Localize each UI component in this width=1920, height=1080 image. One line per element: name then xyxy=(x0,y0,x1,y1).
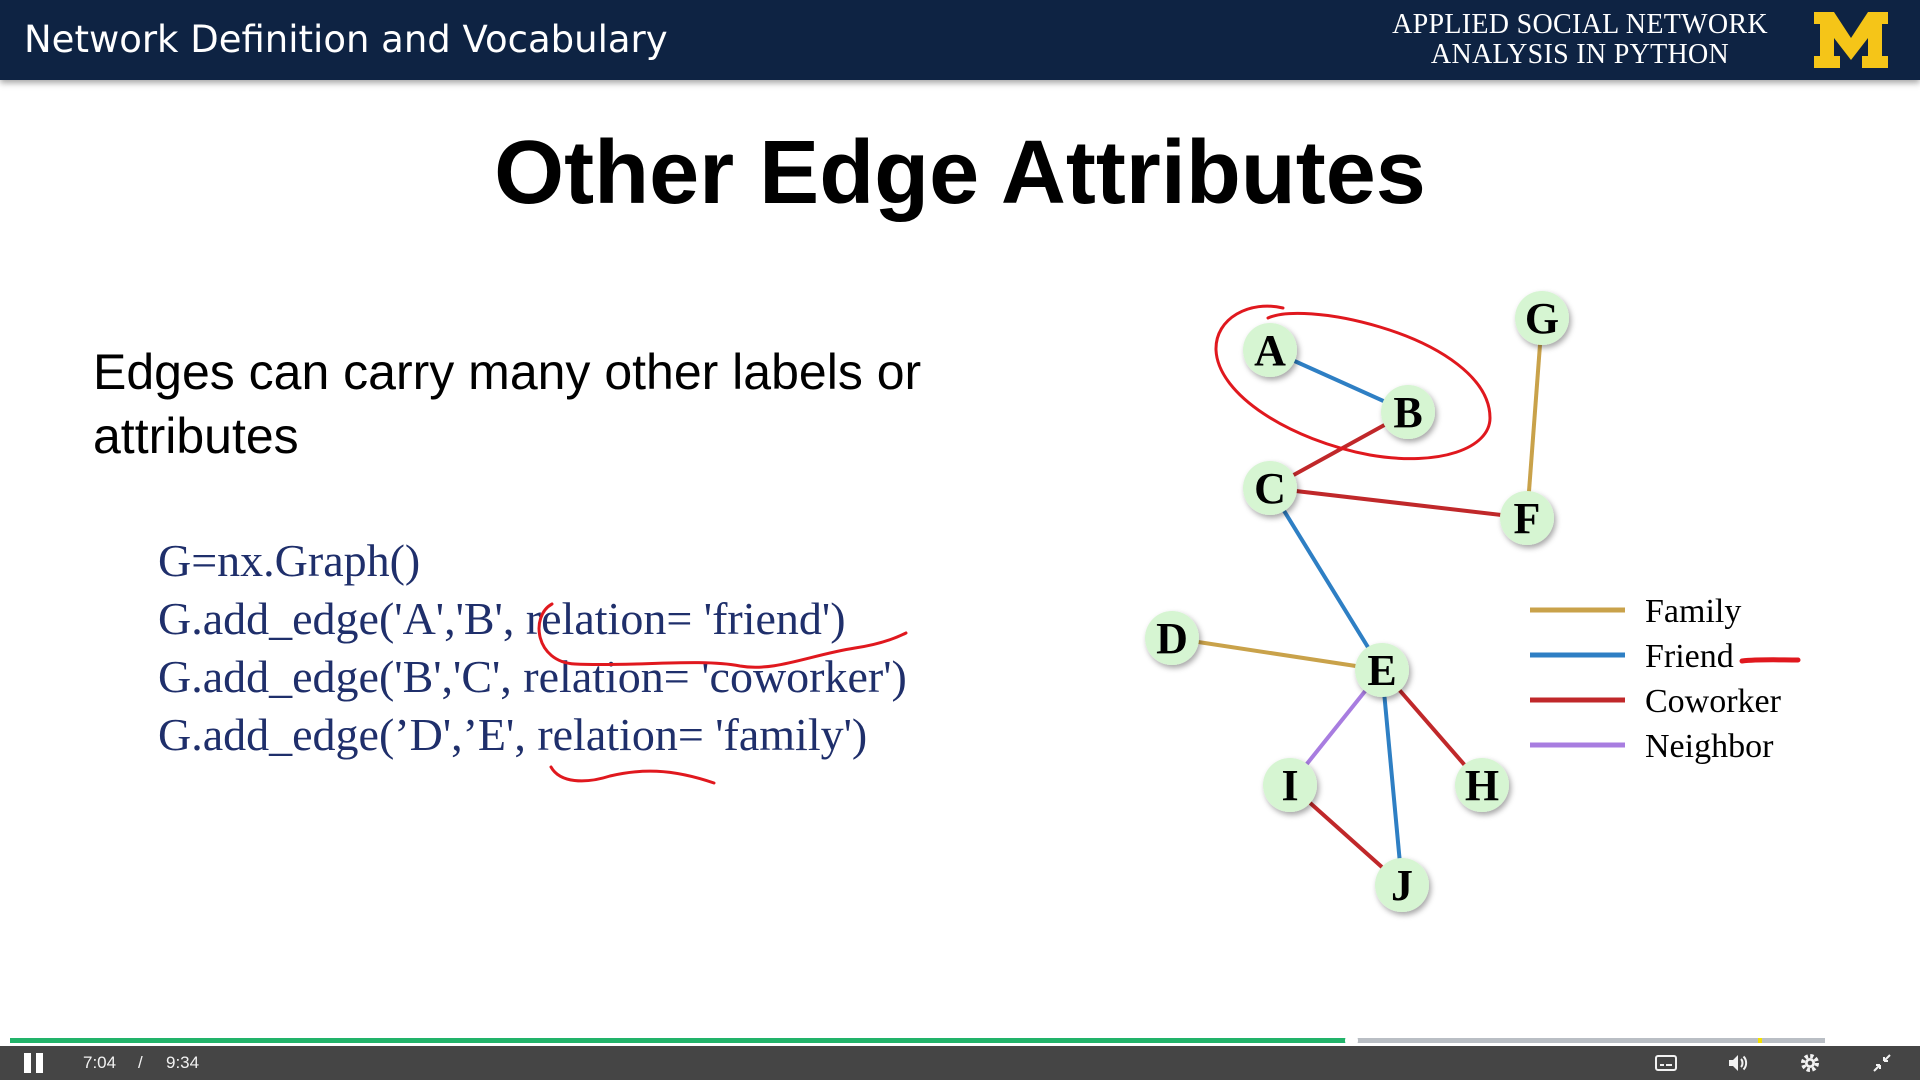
legend-label-coworker: Coworker xyxy=(1645,683,1782,720)
node-d-label: D xyxy=(1156,614,1188,663)
legend-label-family: Family xyxy=(1645,593,1741,630)
time-separator: / xyxy=(138,1053,143,1072)
body-text-line2: attributes xyxy=(93,408,299,464)
ink-underline-family xyxy=(549,765,716,785)
node-g-label: G xyxy=(1525,294,1559,343)
code-block: G=nx.Graph() G.add_edge('A','B', relatio… xyxy=(158,532,907,764)
code-line: G.add_edge('B','C', relation= 'coworker'… xyxy=(158,651,907,702)
pause-button[interactable] xyxy=(22,1053,46,1073)
michigan-logo xyxy=(1814,12,1888,68)
node-i-label: I xyxy=(1281,761,1298,810)
code-line: G.add_edge('A','B', relation= 'friend') xyxy=(158,593,846,644)
graph-legend: Family Friend Coworker Neighbor xyxy=(1530,593,1782,765)
current-time: 7:04 xyxy=(83,1053,117,1072)
edge-d-e xyxy=(1171,636,1383,672)
duration: 9:34 xyxy=(166,1053,200,1072)
node-h-label: H xyxy=(1465,761,1499,810)
edge-e-j xyxy=(1380,669,1404,886)
edge-g-f xyxy=(1525,317,1544,519)
node-b-label: B xyxy=(1393,388,1422,437)
node-c-label: C xyxy=(1254,464,1286,513)
progress-chapter-marker xyxy=(1758,1038,1762,1043)
node-e-label: E xyxy=(1367,646,1396,695)
lecture-title: Network Definition and Vocabulary xyxy=(24,18,668,61)
code-line: G=nx.Graph() xyxy=(158,535,421,586)
volume-icon[interactable] xyxy=(1726,1051,1750,1075)
slide-title: Other Edge Attributes xyxy=(494,123,1426,223)
course-title: APPLIED SOCIAL NETWORK ANALYSIS IN PYTHO… xyxy=(1370,10,1790,70)
settings-gear-icon[interactable] xyxy=(1798,1051,1822,1075)
player-control-bar: 7:04 / 9:34 xyxy=(0,1046,1920,1080)
legend-label-friend: Friend xyxy=(1645,638,1734,675)
progress-played xyxy=(10,1038,1351,1043)
body-text: Edges can carry many other labels or att… xyxy=(93,340,1023,468)
code-line: G.add_edge(’D',’E', relation= 'family') xyxy=(158,709,868,760)
edge-c-f xyxy=(1269,486,1528,520)
node-j-label: J xyxy=(1391,861,1413,910)
captions-icon[interactable] xyxy=(1654,1051,1678,1075)
edge-c-e xyxy=(1268,486,1384,672)
progress-buffered xyxy=(1351,1038,1825,1043)
node-f-label: F xyxy=(1514,494,1541,543)
course-title-line2: ANALYSIS IN PYTHON xyxy=(1430,39,1730,70)
pause-icon xyxy=(36,1053,43,1073)
node-a-label: A xyxy=(1254,326,1286,375)
network-graph: A B C D E F G H I J Family Friend Cowork… xyxy=(1145,291,1782,912)
course-title-line1: APPLIED SOCIAL NETWORK xyxy=(1392,9,1768,40)
legend-label-neighbor: Neighbor xyxy=(1645,728,1774,765)
body-text-line1: Edges can carry many other labels or xyxy=(93,344,922,400)
pause-icon xyxy=(24,1053,31,1073)
exit-fullscreen-icon[interactable] xyxy=(1870,1051,1894,1075)
header-bar: Network Definition and Vocabulary APPLIE… xyxy=(0,0,1920,80)
